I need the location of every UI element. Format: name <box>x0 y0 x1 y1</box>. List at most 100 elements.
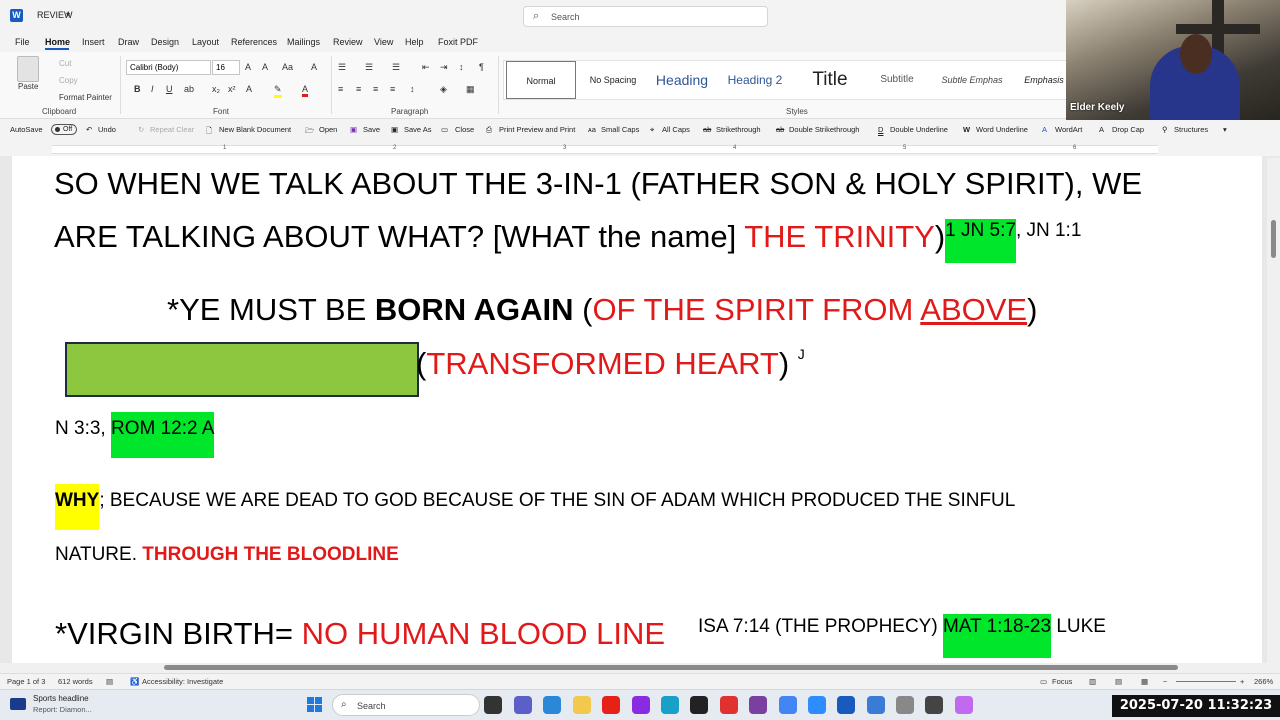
repeat-icon[interactable]: ↻ <box>138 125 144 134</box>
double-underline-icon[interactable]: D <box>878 125 883 134</box>
zoom-out-icon[interactable]: − <box>1163 677 1167 686</box>
tab-mailings[interactable]: Mailings <box>287 37 320 47</box>
small-caps-button[interactable]: Small Caps <box>601 125 639 134</box>
repeat-button[interactable]: Repeat Clear <box>150 125 194 134</box>
news-headline[interactable]: Sports headline <box>33 694 89 703</box>
save-as-icon[interactable]: ▣ <box>391 125 398 134</box>
undo-icon[interactable]: ↶ <box>86 125 92 134</box>
strikethrough-qat-icon[interactable]: ab <box>703 125 711 134</box>
save-icon[interactable]: ▣ <box>350 125 357 134</box>
font-size-select[interactable]: 16 <box>212 60 240 75</box>
news-subtitle[interactable]: Report: Diamon... <box>33 705 92 714</box>
vertical-scrollbar[interactable] <box>1267 158 1280 664</box>
zoom-slider[interactable] <box>1176 681 1236 682</box>
app-icon[interactable] <box>720 696 738 714</box>
wordart-button[interactable]: WordArt <box>1055 125 1082 134</box>
align-right-icon[interactable]: ≡ <box>373 84 378 94</box>
open-folder-icon[interactable]: 🗁 <box>305 125 314 138</box>
clock[interactable]: 2025-07-20 11:32:23 <box>1112 695 1280 717</box>
subscript-icon[interactable]: x₂ <box>212 84 220 94</box>
style-heading[interactable]: Heading <box>648 61 716 99</box>
style-emphasis[interactable]: Emphasis <box>1014 61 1074 99</box>
underline-icon[interactable]: U <box>166 84 173 94</box>
save-as-button[interactable]: Save As <box>404 125 432 134</box>
bold-icon[interactable]: B <box>134 84 141 94</box>
highlight-color-icon[interactable]: ✎ <box>274 84 282 98</box>
save-button[interactable]: Save <box>363 125 380 134</box>
vertical-scroll-thumb[interactable] <box>1271 220 1276 258</box>
tab-help[interactable]: Help <box>405 37 424 47</box>
word-underline-icon[interactable]: W <box>963 125 970 134</box>
zoom-in-icon[interactable]: + <box>1240 677 1244 686</box>
app-icon[interactable] <box>867 696 885 714</box>
read-mode-icon[interactable]: ▥ <box>1089 677 1096 686</box>
wordart-icon[interactable]: A <box>1042 125 1047 134</box>
style-no-spacing[interactable]: No Spacing <box>580 61 646 99</box>
tab-references[interactable]: References <box>231 37 277 47</box>
copy-button[interactable]: Copy <box>59 76 78 85</box>
align-left-icon[interactable]: ≡ <box>338 84 343 94</box>
print-preview-icon[interactable]: ⎙ <box>486 125 492 135</box>
strikethrough-button[interactable]: Strikethrough <box>716 125 761 134</box>
focus-button[interactable]: Focus <box>1052 677 1072 686</box>
increase-indent-icon[interactable]: ⇥ <box>440 62 448 73</box>
teams-icon[interactable] <box>514 696 532 714</box>
strikethrough-icon[interactable]: ab <box>184 84 194 94</box>
windows-start-icon[interactable] <box>307 697 323 713</box>
app-icon[interactable] <box>749 696 767 714</box>
structures-icon[interactable]: ⚲ <box>1162 125 1168 134</box>
cut-button[interactable]: Cut <box>59 59 71 68</box>
app-icon[interactable] <box>632 696 650 714</box>
decrease-indent-icon[interactable]: ⇤ <box>422 62 430 73</box>
autosave-toggle[interactable]: Off <box>51 124 77 135</box>
tab-design[interactable]: Design <box>151 37 179 47</box>
clear-formatting-icon[interactable]: A <box>311 62 317 72</box>
file-explorer-icon[interactable] <box>573 696 591 714</box>
grow-font-icon[interactable]: A <box>245 62 251 72</box>
taskbar-search[interactable]: ⌕ Search <box>332 694 480 716</box>
horizontal-scroll-thumb[interactable] <box>164 665 1178 670</box>
style-subtitle[interactable]: Subtitle <box>866 61 928 99</box>
tab-foxit-pdf[interactable]: Foxit PDF <box>438 37 478 47</box>
double-strikethrough-button[interactable]: Double Strikethrough <box>789 125 859 134</box>
justify-icon[interactable]: ≡ <box>390 84 395 94</box>
structures-button[interactable]: Structures <box>1174 125 1208 134</box>
youtube-icon[interactable] <box>602 696 620 714</box>
small-caps-icon[interactable]: ᴀa <box>588 125 596 134</box>
task-view-icon[interactable] <box>484 696 502 714</box>
document-page[interactable]: SO WHEN WE TALK ABOUT THE 3-IN-1 (FATHER… <box>12 156 1262 664</box>
word-icon[interactable] <box>837 696 855 714</box>
show-marks-icon[interactable]: ¶ <box>479 62 484 72</box>
print-preview-button[interactable]: Print Preview and Print <box>499 125 575 134</box>
bullets-icon[interactable]: ☰ <box>338 62 346 73</box>
shrink-font-icon[interactable]: A <box>262 62 268 72</box>
zoom-app-icon[interactable] <box>808 696 826 714</box>
tab-view[interactable]: View <box>374 37 393 47</box>
print-layout-icon[interactable]: ▤ <box>1115 677 1122 686</box>
all-caps-button[interactable]: All Caps <box>662 125 690 134</box>
double-underline-button[interactable]: Double Underline <box>890 125 948 134</box>
tab-insert[interactable]: Insert <box>82 37 105 47</box>
focus-icon[interactable]: ▭ <box>1040 677 1047 686</box>
format-painter-button[interactable]: Format Painter <box>59 93 112 102</box>
line-spacing-icon[interactable]: ↕ <box>410 84 415 94</box>
drop-cap-button[interactable]: Drop Cap <box>1112 125 1144 134</box>
settings-icon[interactable] <box>896 696 914 714</box>
multilevel-list-icon[interactable]: ☰ <box>392 62 400 73</box>
tab-file[interactable]: File <box>15 37 30 47</box>
zoom-level[interactable]: 266% <box>1254 677 1273 686</box>
open-button[interactable]: Open <box>319 125 337 134</box>
style-heading-2[interactable]: Heading 2 <box>720 61 790 99</box>
align-center-icon[interactable]: ≡ <box>356 84 361 94</box>
word-underline-button[interactable]: Word Underline <box>976 125 1028 134</box>
close-icon[interactable]: ▭ <box>441 125 448 134</box>
web-layout-icon[interactable]: ▦ <box>1141 677 1148 686</box>
double-strikethrough-icon[interactable]: ab <box>776 125 784 134</box>
undo-button[interactable]: Undo <box>98 125 116 134</box>
skype-icon[interactable] <box>661 696 679 714</box>
tab-layout[interactable]: Layout <box>192 37 219 47</box>
new-blank-button[interactable]: New Blank Document <box>219 125 291 134</box>
change-case-icon[interactable]: Aa <box>282 62 293 72</box>
paste-button[interactable]: Paste <box>18 82 38 91</box>
word-count[interactable]: 612 words <box>58 677 93 686</box>
